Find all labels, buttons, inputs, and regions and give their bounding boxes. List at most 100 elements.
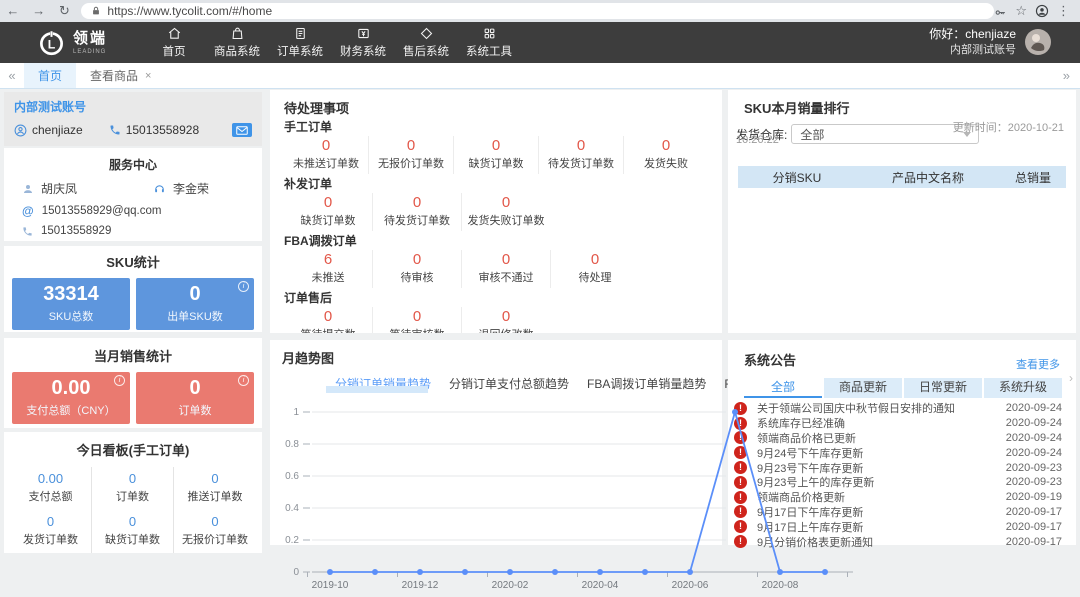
- pending-title: 待处理事项: [284, 98, 708, 117]
- ann-tab-products[interactable]: 商品更新: [824, 378, 902, 398]
- tab-home[interactable]: 首页: [24, 63, 76, 88]
- warning-icon: !: [734, 402, 747, 415]
- sku-table-header: 分销SKU 产品中文名称 总销量: [738, 166, 1066, 188]
- pending-stat[interactable]: 0待处理: [551, 250, 639, 288]
- menu-label: 首页: [163, 43, 186, 59]
- pending-stat[interactable]: 0审核不通过: [462, 250, 551, 288]
- ann-tab-daily[interactable]: 日常更新: [904, 378, 982, 398]
- sku-shipped-tile[interactable]: i 0 出单SKU数: [136, 278, 254, 330]
- pay-total-tile[interactable]: i 0.00 支付总额（CNY）: [12, 372, 130, 424]
- tab-label: 查看商品: [90, 67, 138, 84]
- announcement-item[interactable]: !关于领端公司国庆中秋节假日安排的通知2020-09-24: [734, 401, 1062, 416]
- trend-tab-payment[interactable]: 分销订单支付总额趋势: [449, 375, 569, 392]
- tab-label: 首页: [38, 67, 62, 84]
- today-stat: 0缺货订单数: [92, 510, 174, 553]
- announcement-item[interactable]: !9月分销价格表更新通知2020-09-17: [734, 534, 1062, 549]
- warning-icon: !: [734, 520, 747, 533]
- mail-button[interactable]: [232, 123, 252, 137]
- tab-view-products[interactable]: 查看商品 ×: [76, 63, 165, 88]
- warehouse-select[interactable]: 全部: [791, 124, 979, 144]
- sku-stats-card: SKU统计 33314 SKU总数 i 0 出单SKU数: [4, 246, 262, 332]
- svg-text:L: L: [48, 38, 56, 52]
- today-stat: 0订单数: [92, 467, 174, 510]
- announcement-item[interactable]: !领端商品价格已更新2020-09-24: [734, 431, 1062, 446]
- browser-menu-icon[interactable]: ⋮: [1057, 3, 1070, 19]
- user-circle-icon: [14, 124, 27, 137]
- tabs-scroll-right-icon[interactable]: »: [1063, 68, 1080, 83]
- envelope-icon: [236, 126, 248, 135]
- warning-icon: !: [734, 461, 747, 474]
- announcement-item[interactable]: !9月24号下午库存更新2020-09-24: [734, 445, 1062, 460]
- col-product-name[interactable]: 产品中文名称: [856, 169, 1000, 186]
- sku-shipped-label: 出单SKU数: [136, 308, 254, 324]
- browser-profile-icon[interactable]: [1035, 4, 1049, 18]
- browser-reload-icon[interactable]: ↻: [52, 0, 78, 22]
- info-icon[interactable]: i: [114, 375, 125, 386]
- svg-text:2020-04: 2020-04: [582, 580, 619, 591]
- pending-stat[interactable]: 0退回修改数: [462, 307, 550, 333]
- pending-items-panel: 待处理事项 手工订单 0未推送订单数 0无报价订单数 0缺货订单数 0待发货订单…: [270, 90, 722, 333]
- pending-stat[interactable]: 0未推送订单数: [284, 136, 369, 174]
- avatar[interactable]: [1024, 28, 1052, 56]
- announcement-item[interactable]: !9月17日下午库存更新2020-09-17: [734, 505, 1062, 520]
- address-bar[interactable]: https://www.tycolit.com/#/home: [81, 3, 994, 19]
- pending-stat[interactable]: 0发货失败: [624, 136, 708, 174]
- menu-item-orders[interactable]: 订单系统: [277, 26, 323, 59]
- menu-item-finance[interactable]: 财务系统: [340, 26, 386, 59]
- group-manual-orders: 手工订单: [284, 120, 708, 135]
- announcement-item[interactable]: !9月23号上午的库存更新2020-09-23: [734, 475, 1062, 490]
- view-more-link[interactable]: 查看更多: [1016, 356, 1060, 372]
- account-card: 内部测试账号 chenjiaze 15013558928: [4, 92, 262, 146]
- url-text: https://www.tycolit.com/#/home: [107, 4, 272, 18]
- at-icon: @: [22, 204, 34, 218]
- announcement-item[interactable]: !9月17日上午库存更新2020-09-17: [734, 519, 1062, 534]
- sku-rank-title: SKU本月销量排行: [728, 98, 1076, 117]
- order-count-tile[interactable]: i 0 订单数: [136, 372, 254, 424]
- person-icon: [22, 183, 34, 195]
- sku-total-tile[interactable]: 33314 SKU总数: [12, 278, 130, 330]
- announcement-item[interactable]: !系统库存已经准确2020-09-24: [734, 416, 1062, 431]
- account-phone: 15013558928: [126, 123, 199, 137]
- menu-label: 系统工具: [466, 43, 512, 59]
- tabs-scroll-left-icon[interactable]: «: [0, 68, 24, 83]
- manager-name: 胡庆凤: [41, 180, 77, 197]
- pending-stat[interactable]: 6未推送: [284, 250, 373, 288]
- app-navbar: L 领端 LEADING 首页 商品系统 订单系统 财务系统 售后系统: [0, 22, 1080, 63]
- close-tab-icon[interactable]: ×: [145, 70, 151, 82]
- grid-icon: [482, 26, 497, 41]
- brand-logo[interactable]: L 领端 LEADING: [38, 29, 107, 56]
- info-icon[interactable]: i: [238, 375, 249, 386]
- menu-item-home[interactable]: 首页: [151, 26, 197, 59]
- service-phone: 15013558929: [41, 225, 111, 237]
- pending-stat[interactable]: 0待发货订单数: [539, 136, 624, 174]
- pending-stat[interactable]: 0无报价订单数: [369, 136, 454, 174]
- pending-stat[interactable]: 0待发货订单数: [373, 193, 462, 231]
- announcement-item[interactable]: !9月23号下午库存更新2020-09-23: [734, 460, 1062, 475]
- account-title: 内部测试账号: [14, 98, 252, 115]
- announcement-item[interactable]: !领端商品价格更新2020-09-19: [734, 490, 1062, 505]
- trend-tab-fba-sales[interactable]: FBA调拨订单销量趋势: [587, 375, 706, 392]
- browser-forward-icon[interactable]: →: [26, 0, 52, 22]
- pending-stat[interactable]: 0缺货订单数: [454, 136, 539, 174]
- bookmark-star-icon[interactable]: ☆: [1015, 3, 1027, 19]
- col-sku[interactable]: 分销SKU: [738, 169, 856, 186]
- chevron-right-icon[interactable]: ›: [1069, 371, 1073, 385]
- pending-stat[interactable]: 0待审核: [373, 250, 462, 288]
- brand-subtitle: LEADING: [73, 49, 107, 55]
- browser-back-icon[interactable]: ←: [0, 0, 26, 22]
- key-icon[interactable]: [994, 5, 1007, 18]
- ann-tab-system[interactable]: 系统升级: [984, 378, 1062, 398]
- pending-stat[interactable]: 0发货失败订单数: [462, 193, 550, 231]
- announcements-panel: 系统公告 查看更多 › 全部 商品更新 日常更新 系统升级 !关于领端公司国庆中…: [728, 340, 1076, 545]
- ann-tab-all[interactable]: 全部: [744, 378, 822, 398]
- page-tabbar: « 首页 查看商品 × »: [0, 63, 1080, 89]
- pending-stat[interactable]: 0缺货订单数: [284, 193, 373, 231]
- sku-total-label: SKU总数: [12, 308, 130, 324]
- menu-item-products[interactable]: 商品系统: [214, 26, 260, 59]
- pending-stat[interactable]: 0等待提交数: [284, 307, 373, 333]
- info-icon[interactable]: i: [238, 281, 249, 292]
- pending-stat[interactable]: 0等待审核数: [373, 307, 462, 333]
- menu-item-tools[interactable]: 系统工具: [466, 26, 512, 59]
- col-total-sales[interactable]: 总销量: [1000, 169, 1066, 186]
- menu-item-aftersales[interactable]: 售后系统: [403, 26, 449, 59]
